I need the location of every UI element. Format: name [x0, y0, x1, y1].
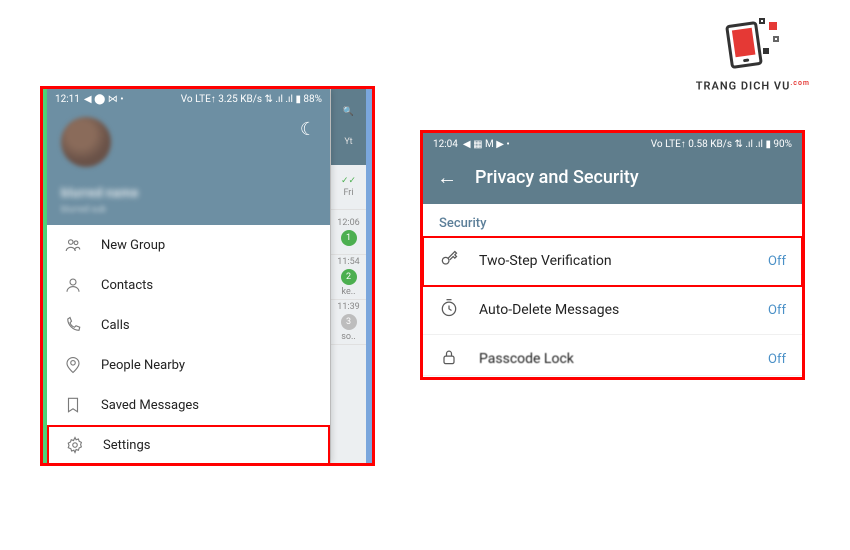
setting-auto-delete[interactable]: Auto-Delete Messages Off [423, 286, 802, 335]
chat-time: 11:39 [337, 302, 359, 312]
unread-badge: 2 [341, 269, 357, 285]
chat-time: Fri [343, 188, 353, 198]
gear-icon [65, 436, 85, 454]
chat-time: 11:54 [337, 257, 359, 267]
group-icon [63, 236, 83, 254]
menu-label: Settings [103, 438, 150, 453]
menu-calls[interactable]: Calls [47, 305, 330, 345]
drawer-header: 12:11 ◀ ⬤ ⋈ • Vo LTE↑ 3.25 KB/s ⇅ .ıl .ıl… [47, 89, 330, 225]
status-left-icons: ◀ ⬤ ⋈ • [84, 94, 124, 105]
profile-phone: blurred sub [61, 205, 106, 215]
menu-people-nearby[interactable]: People Nearby [47, 345, 330, 385]
status-bar: 12:04 ◀ ▦ M ▶ • Vo LTE↑ 0.58 KB/s ⇅ .ıl .… [423, 133, 802, 155]
menu-label: Calls [101, 318, 130, 333]
chat-snippet: ke.. [342, 287, 356, 297]
profile-name: blurred name [61, 186, 138, 201]
brand-logo: TRANG DICH VU.com [696, 18, 810, 93]
status-right-icons: Vo LTE↑ 3.25 KB/s ⇅ .ıl .ıl ▮ 88% [181, 94, 322, 105]
page-title: Privacy and Security [475, 167, 639, 188]
back-icon[interactable]: ← [437, 165, 457, 190]
screenshot-drawer: 🔍 Yt ✓✓Fri 12:061 11:542ke.. 11:393so.. … [40, 86, 375, 466]
drawer-menu: New Group Contacts Calls People Nearby S… [47, 225, 330, 465]
menu-label: New Group [101, 238, 165, 253]
menu-label: Saved Messages [101, 398, 199, 413]
menu-settings[interactable]: Settings [47, 425, 330, 465]
bookmark-icon [63, 396, 83, 414]
menu-label: People Nearby [101, 358, 185, 373]
status-bar: 12:11 ◀ ⬤ ⋈ • Vo LTE↑ 3.25 KB/s ⇅ .ıl .ıl… [47, 89, 330, 109]
setting-value: Off [768, 352, 786, 367]
setting-label: Two-Step Verification [479, 253, 750, 269]
setting-label: Passcode Lock [479, 351, 750, 367]
lock-icon [439, 347, 461, 371]
tab-label: Yt [344, 137, 352, 147]
status-right-icons: Vo LTE↑ 0.58 KB/s ⇅ .ıl .ıl ▮ 90% [651, 139, 792, 150]
setting-label: Auto-Delete Messages [479, 302, 750, 318]
night-mode-icon[interactable]: ☾ [300, 119, 316, 140]
settings-header: 12:04 ◀ ▦ M ▶ • Vo LTE↑ 0.58 KB/s ⇅ .ıl .… [423, 133, 802, 204]
status-time: 12:11 [55, 94, 80, 105]
timer-icon [439, 298, 461, 322]
chat-snippet: so.. [341, 332, 356, 342]
unread-badge: 3 [341, 314, 357, 330]
avatar[interactable] [61, 117, 111, 167]
read-check-icon: ✓✓ [341, 176, 356, 186]
menu-label: Contacts [101, 278, 153, 293]
logo-text: TRANG DICH VU.com [696, 79, 810, 93]
setting-value: Off [768, 303, 786, 318]
status-left-icons: ◀ ▦ M ▶ • [463, 139, 510, 150]
chat-time: 12:06 [337, 218, 359, 228]
menu-contacts[interactable]: Contacts [47, 265, 330, 305]
person-icon [63, 276, 83, 294]
screenshot-privacy: 12:04 ◀ ▦ M ▶ • Vo LTE↑ 0.58 KB/s ⇅ .ıl .… [420, 130, 805, 380]
section-header: Security [423, 204, 802, 237]
menu-saved-messages[interactable]: Saved Messages [47, 385, 330, 425]
chatlist-background: 🔍 Yt ✓✓ Fri 12:06 1 11:54 2 ke.. 11:39 3 so.. [330, 89, 366, 463]
status-time: 12:04 [433, 139, 458, 150]
setting-value: Off [768, 254, 786, 269]
nearby-icon [63, 356, 83, 374]
setting-passcode[interactable]: Passcode Lock Off [423, 335, 802, 376]
navigation-drawer: 12:11 ◀ ⬤ ⋈ • Vo LTE↑ 3.25 KB/s ⇅ .ıl .ıl… [47, 89, 330, 463]
phone-icon [63, 316, 83, 334]
search-icon[interactable]: 🔍 [343, 107, 354, 117]
setting-two-step[interactable]: Two-Step Verification Off [423, 237, 802, 286]
logo-icon [723, 18, 783, 73]
key-icon [439, 249, 461, 273]
unread-badge: 1 [341, 230, 357, 246]
menu-new-group[interactable]: New Group [47, 225, 330, 265]
